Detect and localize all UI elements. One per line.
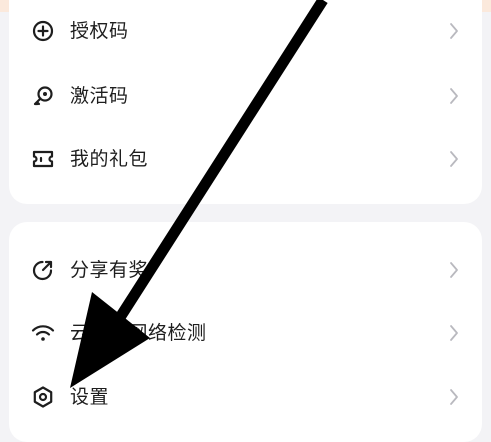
- settings-hexagon-icon: [31, 385, 55, 409]
- menu-item-label: 授权码: [70, 20, 129, 42]
- chevron-right-icon: [446, 19, 462, 43]
- menu-item-share-rewards[interactable]: 分享有奖: [9, 239, 482, 301]
- menu-item-label: 云手机网络检测: [70, 322, 207, 344]
- menu-item-label: 激活码: [70, 85, 129, 107]
- menu-item-cloud-phone-network-test[interactable]: 云手机网络检测: [9, 302, 482, 364]
- plus-circle-icon: [31, 19, 55, 43]
- chevron-right-icon: [446, 258, 462, 282]
- chevron-right-icon: [446, 321, 462, 345]
- wifi-icon: [31, 321, 55, 345]
- menu-item-label: 设置: [70, 386, 110, 408]
- menu-item-label: 分享有奖: [70, 259, 149, 281]
- key-icon: [31, 84, 55, 108]
- chevron-right-icon: [446, 147, 462, 171]
- menu-item-activation-code[interactable]: 激活码: [9, 65, 482, 127]
- menu-item-label: 我的礼包: [70, 148, 149, 170]
- chevron-right-icon: [446, 385, 462, 409]
- menu-item-authorization-code[interactable]: 授权码: [9, 0, 482, 62]
- chevron-right-icon: [446, 84, 462, 108]
- menu-card-general: 分享有奖 云手机网络检测 设置: [9, 222, 482, 442]
- menu-item-settings[interactable]: 设置: [9, 366, 482, 428]
- menu-item-my-gift-pack[interactable]: 我的礼包: [9, 128, 482, 190]
- share-external-icon: [31, 258, 55, 282]
- menu-card-account: 授权码 激活码 我的礼包: [9, 0, 482, 204]
- ticket-icon: [31, 147, 55, 171]
